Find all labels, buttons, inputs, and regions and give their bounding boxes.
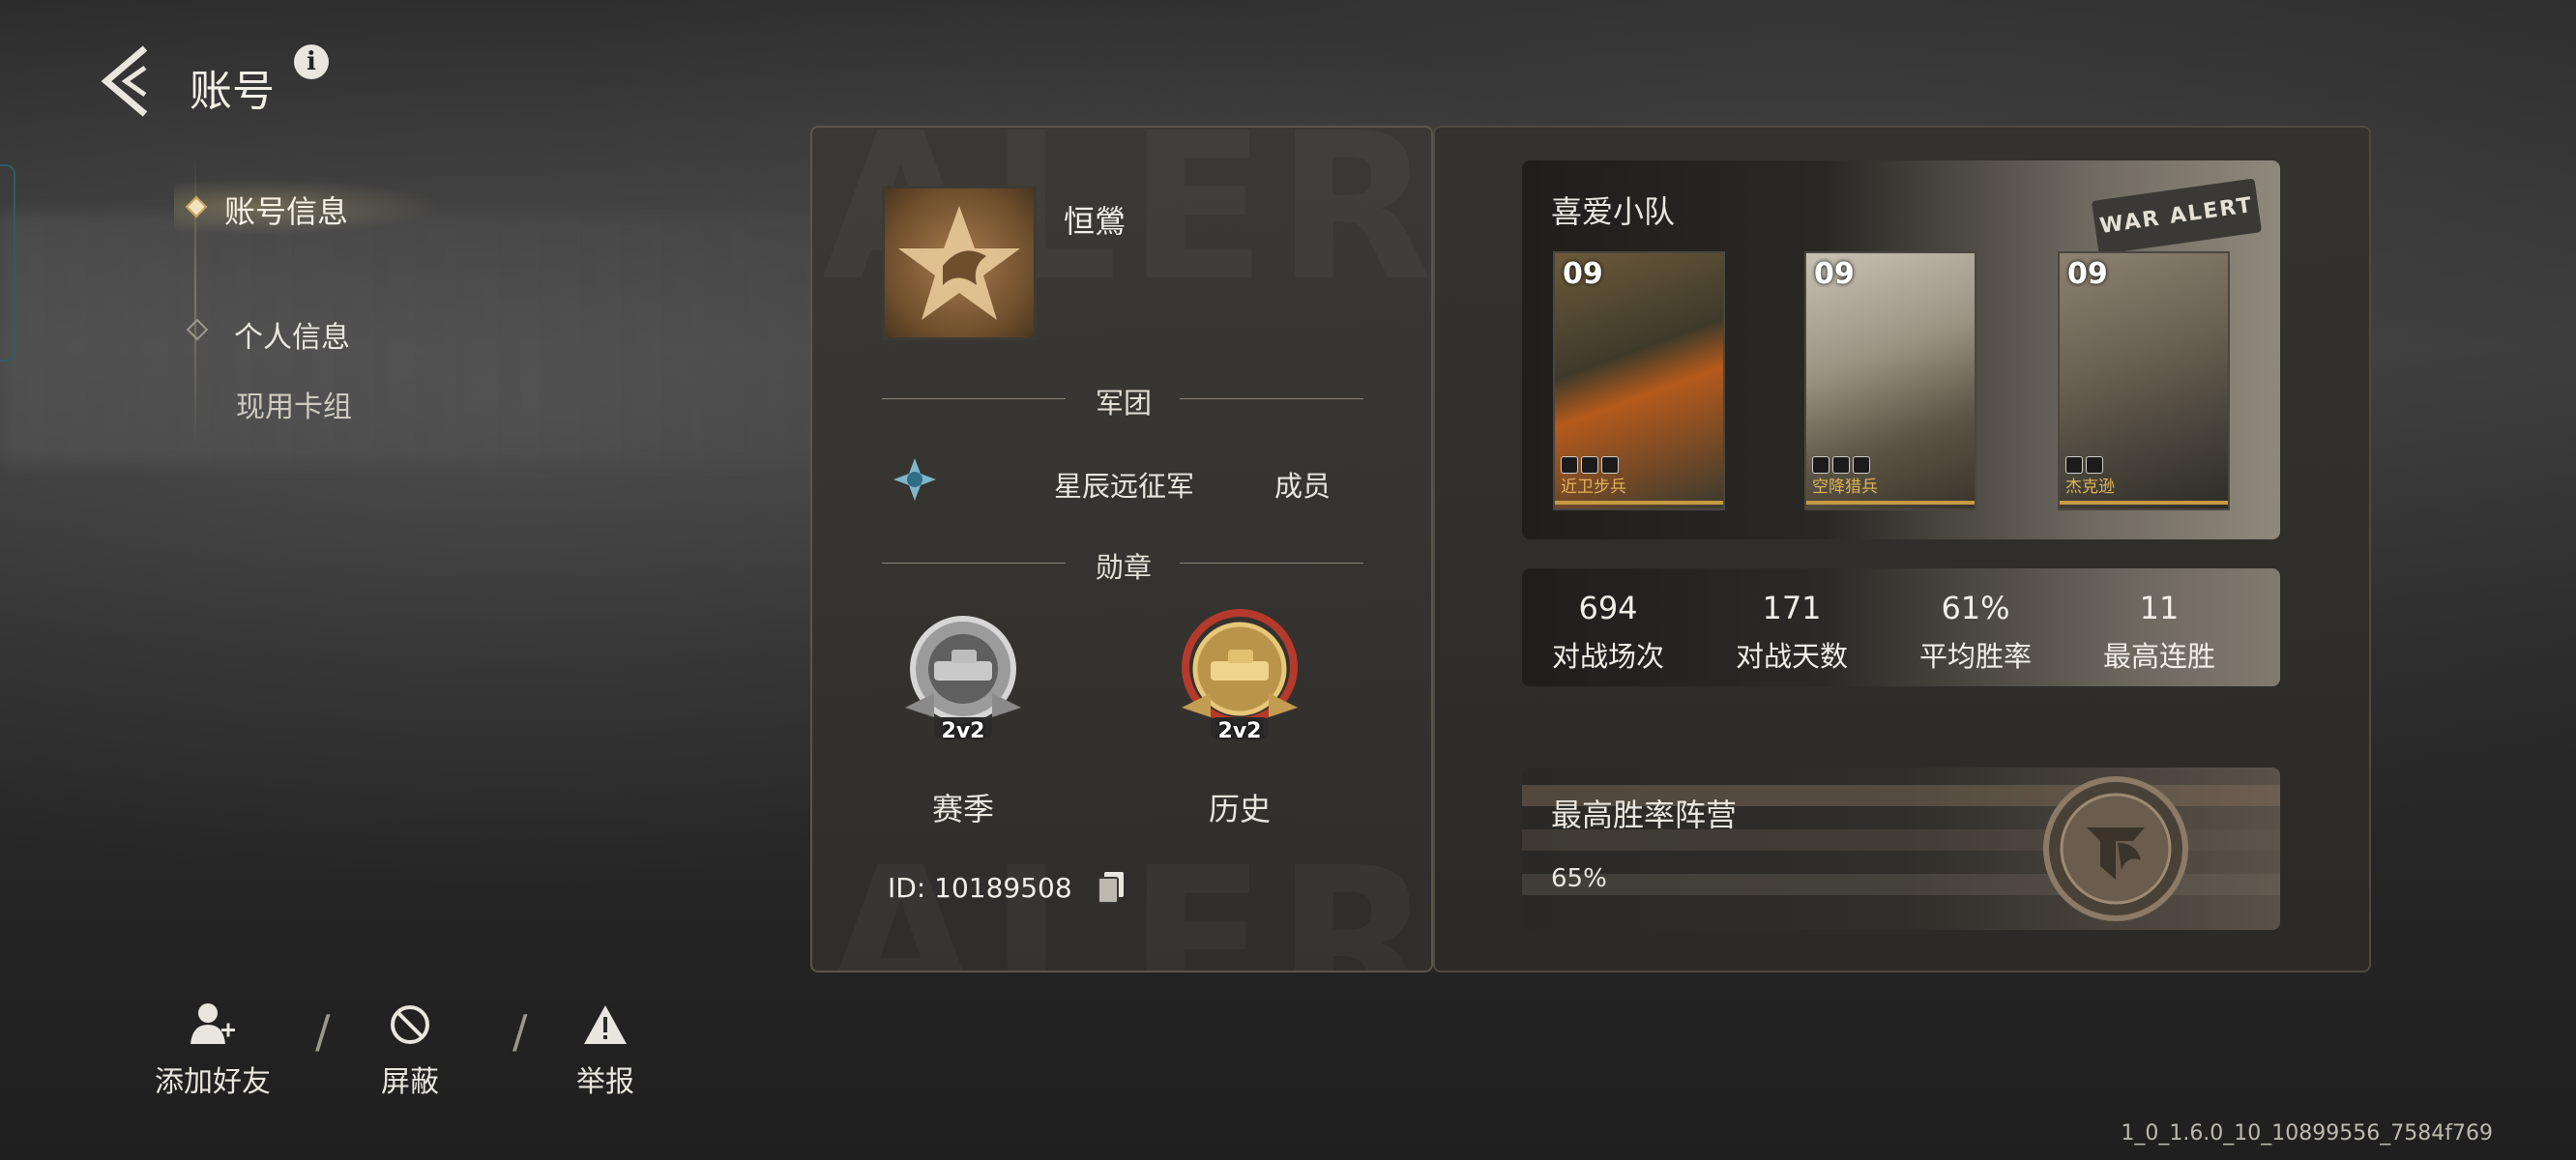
unit-badges	[1812, 456, 1870, 474]
legion-role: 成员	[1274, 470, 1332, 503]
stat-label: 最高连胜	[2102, 640, 2215, 673]
stats-summary: 694 对战场次 171 对战天数 61% 平均胜率 11 最高连胜	[1522, 568, 2280, 686]
unit-level: 09	[1814, 257, 1855, 291]
card-rarity-bar	[1555, 501, 1723, 505]
add-friend-action[interactable]: 添加好友	[145, 998, 280, 1100]
unit-name: 近卫步兵	[1561, 478, 1626, 497]
copy-icon[interactable]	[1097, 870, 1126, 905]
add-friend-label: 添加好友	[155, 1065, 271, 1099]
favorite-squad-section: 喜爱小队 WAR ALERT 09 近卫步兵 09 空降猎兵 09 杰克逊	[1522, 160, 2280, 539]
unit-level: 09	[1563, 257, 1603, 291]
stat-value: 694	[1578, 590, 1638, 626]
stat-total-matches: 694 对战场次	[1536, 590, 1681, 675]
best-camp-section[interactable]: 最高胜率阵营 65%	[1522, 768, 2280, 930]
avatar[interactable]	[882, 186, 1037, 340]
divider	[1180, 563, 1363, 564]
nav-item-personal-info[interactable]: 个人信息	[234, 313, 350, 356]
medal-section-title: 勋章	[1095, 551, 1152, 584]
history-medal-label: 历史	[1208, 791, 1271, 827]
faction-emblem-icon	[2043, 776, 2188, 921]
add-friend-icon	[190, 1003, 235, 1044]
version-string: 1_0_1.6.0_10_10899556_7584f769	[2121, 1121, 2493, 1146]
back-arrow-icon[interactable]	[95, 43, 162, 120]
star-emblem-icon	[898, 206, 1020, 320]
stat-label: 平均胜率	[1918, 640, 2032, 673]
profile-panel: ALER ALER 恒鶯 军团 星辰远征军 成员 勋章 2v2 赛季 2	[810, 126, 1433, 972]
unit-name: 杰克逊	[2065, 478, 2115, 497]
page-title: 账号	[190, 67, 275, 116]
stat-battle-days: 171 对战天数	[1719, 590, 1864, 675]
side-edge-tab[interactable]	[0, 164, 15, 362]
card-rarity-bar	[2060, 501, 2228, 505]
legion-section-title: 军团	[1095, 387, 1152, 420]
report-label: 举报	[576, 1065, 634, 1099]
stat-label: 对战场次	[1551, 640, 1664, 673]
legion-emblem-icon	[893, 458, 936, 501]
player-id: ID: 10189508	[888, 872, 1072, 904]
player-nickname: 恒鶯	[1064, 203, 1127, 240]
history-medal-mode: 2v2	[1217, 719, 1262, 743]
block-label: 屏蔽	[381, 1065, 439, 1099]
unit-level: 09	[2067, 257, 2108, 291]
divider	[1180, 398, 1363, 399]
best-camp-winrate: 65%	[1551, 864, 1607, 893]
block-action[interactable]: 屏蔽	[342, 998, 478, 1100]
separator: /	[315, 1005, 331, 1058]
stat-label: 对战天数	[1735, 640, 1848, 673]
nav-sub-item-deck[interactable]: 现用卡组	[236, 383, 352, 425]
separator: /	[512, 1005, 528, 1058]
block-icon	[391, 1005, 429, 1044]
stat-value: 11	[2139, 590, 2180, 626]
warning-icon	[584, 1005, 627, 1044]
unit-name: 空降猎兵	[1812, 478, 1878, 497]
stat-value: 171	[1762, 590, 1822, 626]
unit-badges	[1561, 456, 1619, 474]
stat-best-streak: 11 最高连胜	[2087, 590, 2232, 675]
war-alert-dogtag: WAR ALERT	[2091, 178, 2263, 255]
unit-card[interactable]: 09 空降猎兵	[1804, 251, 1976, 510]
unit-card[interactable]: 09 近卫步兵	[1553, 251, 1725, 510]
legion-name[interactable]: 星辰远征军	[1054, 464, 1194, 505]
stat-avg-winrate: 61% 平均胜率	[1903, 590, 2048, 675]
report-action[interactable]: 举报	[538, 998, 673, 1100]
unit-badges	[2065, 456, 2103, 474]
season-medal-label: 赛季	[931, 791, 994, 827]
stats-panel: 喜爱小队 WAR ALERT 09 近卫步兵 09 空降猎兵 09 杰克逊 69…	[1433, 126, 2371, 972]
info-icon[interactable]: i	[294, 44, 329, 79]
nav-item-account-info[interactable]: 账号信息	[224, 188, 348, 232]
best-camp-title: 最高胜率阵营	[1551, 797, 1738, 833]
stat-value: 61%	[1941, 590, 2010, 626]
card-rarity-bar	[1806, 501, 1975, 505]
favorite-squad-title: 喜爱小队	[1551, 193, 1676, 230]
unit-card[interactable]: 09 杰克逊	[2058, 251, 2230, 510]
season-medal-mode: 2v2	[941, 719, 985, 743]
